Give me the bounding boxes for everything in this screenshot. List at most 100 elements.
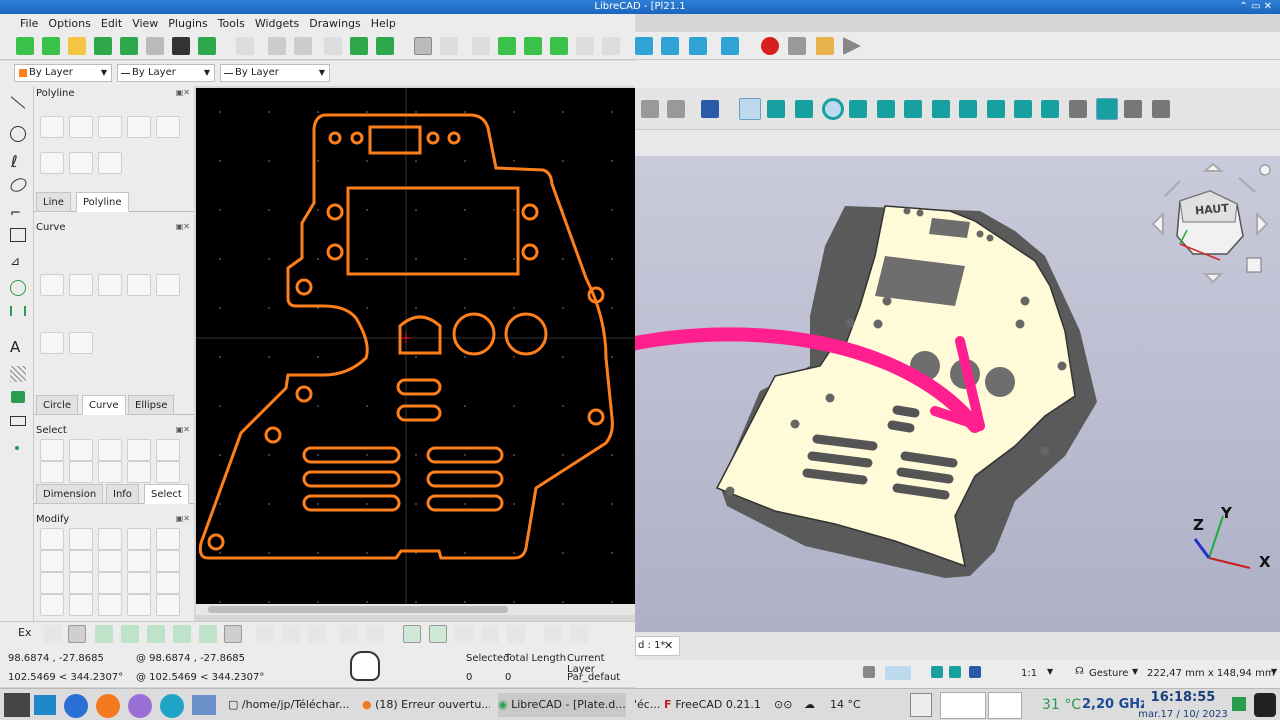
menu-plugins[interactable]: Plugins — [168, 17, 207, 30]
menu-help[interactable]: Help — [371, 17, 396, 30]
view-pane-1-icon[interactable] — [403, 625, 421, 643]
snap-exclusive-label[interactable]: Ex — [18, 626, 31, 639]
browser-icon[interactable] — [64, 694, 88, 718]
zoom-previous-icon[interactable] — [576, 37, 594, 55]
snap-intersection-icon[interactable] — [224, 625, 242, 643]
hatch-tool-icon[interactable] — [10, 366, 26, 382]
explode-icon[interactable] — [98, 594, 122, 616]
menu-drawings[interactable]: Drawings — [309, 17, 360, 30]
open-file-icon[interactable] — [68, 37, 86, 55]
polyline-equidistant-icon[interactable] — [69, 152, 93, 174]
snap-near-icon[interactable] — [1014, 100, 1032, 118]
dimension-tool-icon[interactable]: ⊿ — [10, 254, 20, 268]
snap-parallel-icon[interactable] — [959, 100, 977, 118]
panel-close-icon[interactable]: ▣✕ — [176, 425, 190, 434]
zoom-auto-icon[interactable] — [550, 37, 568, 55]
select-single-icon[interactable] — [40, 439, 64, 461]
canvas-horizontal-scrollbar[interactable] — [196, 604, 635, 615]
status-snap-icon[interactable] — [931, 666, 943, 678]
app-menu-icon[interactable] — [4, 693, 30, 717]
grid-icon[interactable] — [414, 37, 432, 55]
status-view-icon[interactable] — [969, 666, 981, 678]
properties-icon[interactable] — [156, 572, 180, 594]
view-pane-2-icon[interactable] — [429, 625, 447, 643]
copy-icon[interactable] — [350, 37, 368, 55]
invert-selection-icon[interactable] — [98, 461, 122, 483]
move-rotate-icon[interactable] — [156, 528, 180, 550]
select-all-icon[interactable] — [40, 461, 64, 483]
close-file-icon[interactable] — [146, 37, 164, 55]
divide-icon[interactable] — [98, 572, 122, 594]
stretch-icon[interactable] — [127, 572, 151, 594]
navigation-style[interactable]: Gesture — [1089, 668, 1128, 679]
zoom-out-icon[interactable] — [524, 37, 542, 55]
scale-icon[interactable] — [98, 528, 122, 550]
snap-free-icon[interactable] — [44, 625, 62, 643]
polyline-delete-between-icon[interactable] — [40, 152, 64, 174]
snap-midpoint-fc-icon[interactable] — [795, 100, 813, 118]
ellipse-tool-icon[interactable] — [8, 175, 29, 195]
view-pane-3-icon[interactable] — [455, 625, 473, 643]
polyline-tool-icon[interactable]: ⌐ — [10, 206, 21, 221]
snap-angle-icon[interactable] — [849, 100, 867, 118]
polyline-trim-icon[interactable] — [156, 116, 180, 138]
save-as-icon[interactable] — [120, 37, 138, 55]
clock-date[interactable]: mar.17 / 10/ 2023 — [1138, 709, 1228, 720]
polyline-add-node-icon[interactable] — [98, 116, 122, 138]
polyline-segment-icon[interactable] — [98, 152, 122, 174]
toggle-grid-icon[interactable] — [1152, 100, 1170, 118]
snap-center-fc-icon[interactable] — [822, 98, 844, 120]
chevron-down-icon[interactable]: ▼ — [1271, 667, 1277, 676]
deselect-all-icon[interactable] — [69, 461, 93, 483]
box-icon[interactable] — [701, 100, 719, 118]
restrict-vertical-icon[interactable] — [282, 625, 300, 643]
macros-icon[interactable] — [816, 37, 834, 55]
modify-tool-icon[interactable] — [10, 280, 26, 296]
status-plane-icon[interactable] — [949, 666, 961, 678]
chevron-down-icon[interactable]: ▼ — [1132, 667, 1138, 676]
deselect-window-icon[interactable] — [127, 439, 151, 461]
snap-center-icon[interactable] — [147, 625, 165, 643]
tab-curve[interactable]: Curve — [82, 395, 126, 415]
workspace-1[interactable] — [940, 692, 986, 719]
print-preview-icon[interactable] — [198, 37, 216, 55]
polyline-delete-node-icon[interactable] — [127, 116, 151, 138]
panel-close-icon[interactable]: ▣✕ — [176, 514, 190, 523]
new-file-icon[interactable] — [16, 37, 34, 55]
tab-dimension[interactable]: Dimension — [36, 484, 104, 504]
select-tool-icon[interactable] — [10, 228, 26, 242]
snap-grid-icon[interactable] — [68, 625, 86, 643]
deselect-intersected-icon[interactable] — [156, 461, 180, 483]
move-icon[interactable] — [40, 528, 64, 550]
width-combo[interactable]: By Layer ▼ — [117, 64, 215, 82]
draft-tool-icon[interactable] — [667, 100, 685, 118]
explode-text-icon[interactable] — [127, 594, 151, 616]
clipboard-icon[interactable] — [910, 693, 932, 717]
trim-icon[interactable] — [69, 550, 93, 572]
tab-ellipse[interactable]: Ellipse — [128, 395, 175, 415]
delete-icon[interactable] — [156, 594, 180, 616]
zoom-in-icon[interactable] — [498, 37, 516, 55]
spline-points-icon[interactable] — [156, 274, 180, 296]
taskbar-item-other[interactable]: 'éc... — [634, 693, 660, 717]
nav-cube-close-icon[interactable] — [1259, 164, 1271, 176]
restrict-orthogonal-icon[interactable] — [308, 625, 326, 643]
print-icon[interactable] — [172, 37, 190, 55]
taskbar-item-firefox[interactable]: ● (18) Erreur ouvertu... — [362, 693, 490, 717]
tab-select[interactable]: Select — [144, 484, 189, 504]
lock-relative-zero-icon[interactable] — [366, 625, 384, 643]
snap-ortho-icon[interactable] — [1041, 100, 1059, 118]
view-menu-cube-icon[interactable] — [1246, 257, 1262, 273]
menu-edit[interactable]: Edit — [101, 17, 122, 30]
record-macro-icon[interactable] — [761, 37, 779, 55]
panel-close-icon[interactable]: ▣✕ — [176, 222, 190, 231]
point-tool-icon[interactable] — [15, 446, 19, 450]
media-player-icon[interactable] — [128, 694, 152, 718]
view-pane-4-icon[interactable] — [481, 625, 499, 643]
select-layer-icon[interactable] — [127, 461, 151, 483]
snap-grid-fc-icon[interactable] — [1069, 100, 1087, 118]
menu-tools[interactable]: Tools — [218, 17, 245, 30]
network-icon[interactable] — [1232, 697, 1246, 711]
info-tool-icon[interactable] — [10, 306, 26, 316]
snap-endpoint-icon[interactable] — [95, 625, 113, 643]
